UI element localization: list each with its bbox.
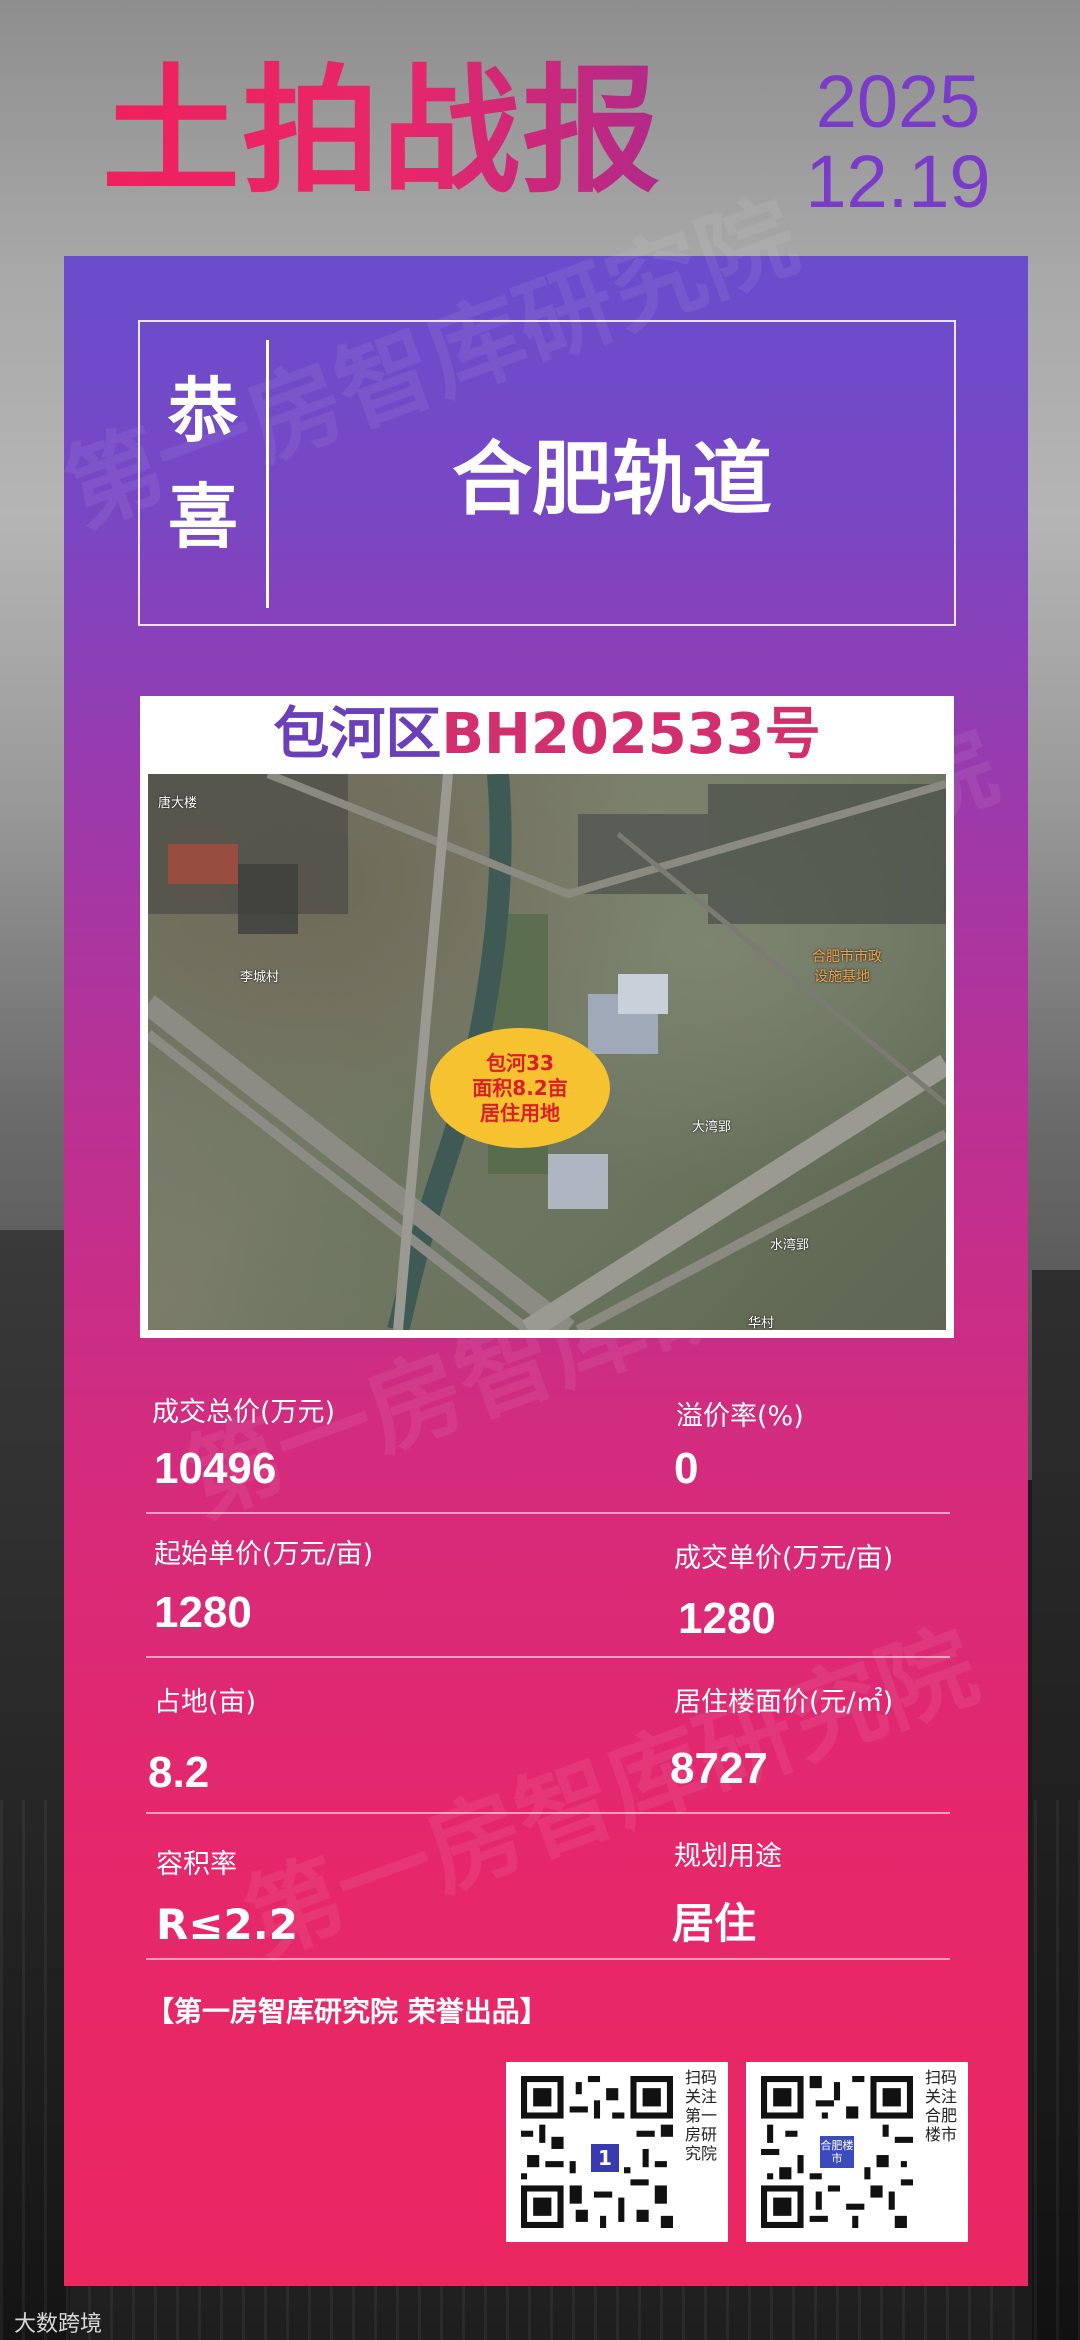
stat-divider xyxy=(146,1512,950,1514)
date-year: 2025 xyxy=(815,60,981,143)
stat-divider xyxy=(146,1812,950,1814)
map-label: 华村 xyxy=(748,1316,775,1330)
stat-label-area: 占地(亩) xyxy=(154,1687,257,1718)
date-day: 12.19 xyxy=(805,140,991,223)
stat-divider xyxy=(146,1656,950,1658)
parcel-marker: 包河33 面积8.2亩 居住用地 xyxy=(430,1028,610,1148)
parcel-marker-line: 面积8.2亩 xyxy=(472,1075,568,1100)
map-label: 唐大楼 xyxy=(158,796,198,811)
parcel-marker-line: 居住用地 xyxy=(480,1100,560,1125)
parcel-district: 包河区 xyxy=(273,702,442,767)
hefei-loushi-logo-icon: 合肥楼市 xyxy=(818,2134,856,2170)
congrats-divider xyxy=(266,340,269,608)
stat-label-total-price: 成交总价(万元) xyxy=(152,1397,336,1428)
stat-label-planned-use: 规划用途 xyxy=(674,1841,782,1872)
watermark: 第一房智库研究院 xyxy=(230,1609,991,1978)
parcel-code: BH202533号 xyxy=(441,702,821,767)
map-label: 李城村 xyxy=(240,970,280,985)
map-label: 水湾郢 xyxy=(770,1238,810,1253)
map-label: 合肥市市政 xyxy=(812,949,882,965)
parcel-map-panel: 包河区BH202533号 唐大楼 李城村 合肥市市政 设施基地 大湾郢 水湾郢 xyxy=(140,696,954,1338)
stat-value-plot-ratio: R≤2.2 xyxy=(156,1900,298,1949)
stat-label-plot-ratio: 容积率 xyxy=(156,1849,237,1880)
qr-card-research[interactable]: 1 扫码关注第一房研究院 xyxy=(506,2062,728,2242)
stat-label-premium-rate: 溢价率(%) xyxy=(676,1401,804,1432)
credit-line: 【第一房智库研究院 荣誉出品】 xyxy=(146,1995,548,2028)
stat-divider xyxy=(146,1958,950,1960)
stat-value-deal-price: 1280 xyxy=(678,1594,776,1643)
winning-company: 合肥轨道 xyxy=(452,433,772,526)
qr-card-hefei[interactable]: 合肥楼市 扫码关注合肥楼市 xyxy=(746,2062,968,2242)
stat-value-premium-rate: 0 xyxy=(674,1444,699,1493)
stat-value-total-price: 10496 xyxy=(154,1444,277,1493)
page-title: 土拍战报 xyxy=(102,51,663,212)
qr-caption: 扫码关注第一房研究院 xyxy=(684,2068,717,2163)
satellite-map: 唐大楼 李城村 合肥市市政 设施基地 大湾郢 水湾郢 华村 包河33 面积8.2… xyxy=(148,774,946,1330)
congrats-box: 恭喜 合肥轨道 xyxy=(138,320,956,626)
stat-label-start-price: 起始单价(万元/亩) xyxy=(154,1539,374,1570)
parcel-title: 包河区BH202533号 xyxy=(140,696,954,774)
research-logo-icon: 1 xyxy=(586,2140,624,2176)
parcel-marker-line: 包河33 xyxy=(486,1050,554,1075)
qr-caption: 扫码关注合肥楼市 xyxy=(924,2068,957,2144)
stat-label-floor-price: 居住楼面价(元/㎡) xyxy=(674,1687,894,1718)
date-stamp: 2025 12.19 xyxy=(798,62,998,222)
stat-value-start-price: 1280 xyxy=(154,1588,252,1637)
stat-label-deal-price: 成交单价(万元/亩) xyxy=(674,1543,894,1574)
stat-value-floor-price: 8727 xyxy=(670,1744,768,1793)
map-label: 设施基地 xyxy=(814,969,870,985)
stat-value-planned-use: 居住 xyxy=(672,1899,757,1948)
congrats-label: 恭喜 xyxy=(168,370,238,558)
corner-watermark-logo: 大数跨境 xyxy=(14,2312,103,2337)
map-label: 大湾郢 xyxy=(692,1120,732,1135)
stat-value-area: 8.2 xyxy=(148,1748,210,1797)
